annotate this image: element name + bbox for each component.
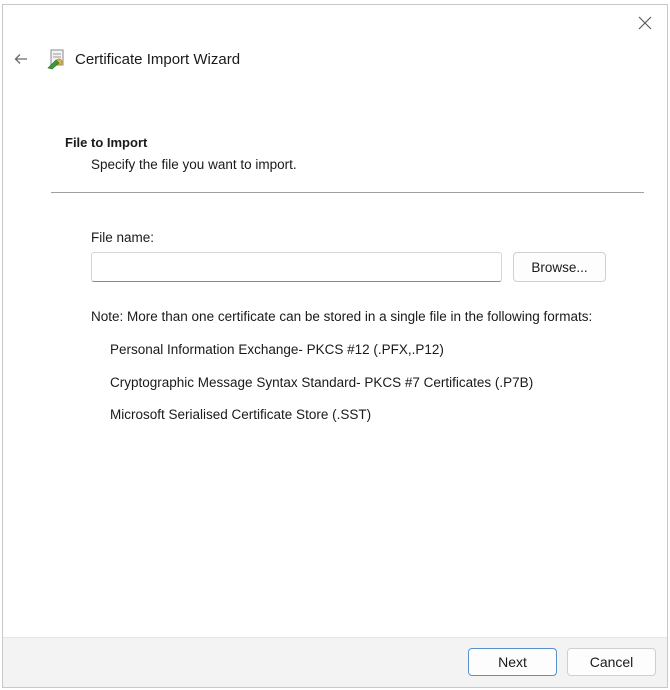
file-name-label: File name: bbox=[91, 230, 155, 245]
file-name-input[interactable] bbox=[91, 252, 502, 282]
close-button[interactable] bbox=[633, 11, 657, 35]
format-item-pfx: Personal Information Exchange- PKCS #12 … bbox=[110, 342, 444, 357]
formats-note: Note: More than one certificate can be s… bbox=[91, 309, 593, 324]
close-icon bbox=[638, 16, 652, 30]
dialog-title: Certificate Import Wizard bbox=[75, 51, 241, 68]
dialog-footer: Next Cancel bbox=[3, 637, 667, 687]
header-divider bbox=[51, 192, 644, 193]
format-item-p7b: Cryptographic Message Syntax Standard- P… bbox=[110, 375, 534, 390]
browse-button[interactable]: Browse... bbox=[513, 252, 606, 282]
next-button[interactable]: Next bbox=[468, 648, 557, 676]
section-subheading: Specify the file you want to import. bbox=[91, 157, 297, 172]
cancel-button[interactable]: Cancel bbox=[567, 648, 656, 676]
certificate-icon bbox=[47, 49, 64, 70]
back-arrow-icon bbox=[14, 54, 27, 64]
certificate-import-wizard-dialog: Certificate Import Wizard File to Import… bbox=[2, 4, 668, 688]
format-item-sst: Microsoft Serialised Certificate Store (… bbox=[110, 407, 372, 422]
section-heading: File to Import bbox=[65, 135, 148, 150]
back-button[interactable] bbox=[11, 49, 31, 69]
